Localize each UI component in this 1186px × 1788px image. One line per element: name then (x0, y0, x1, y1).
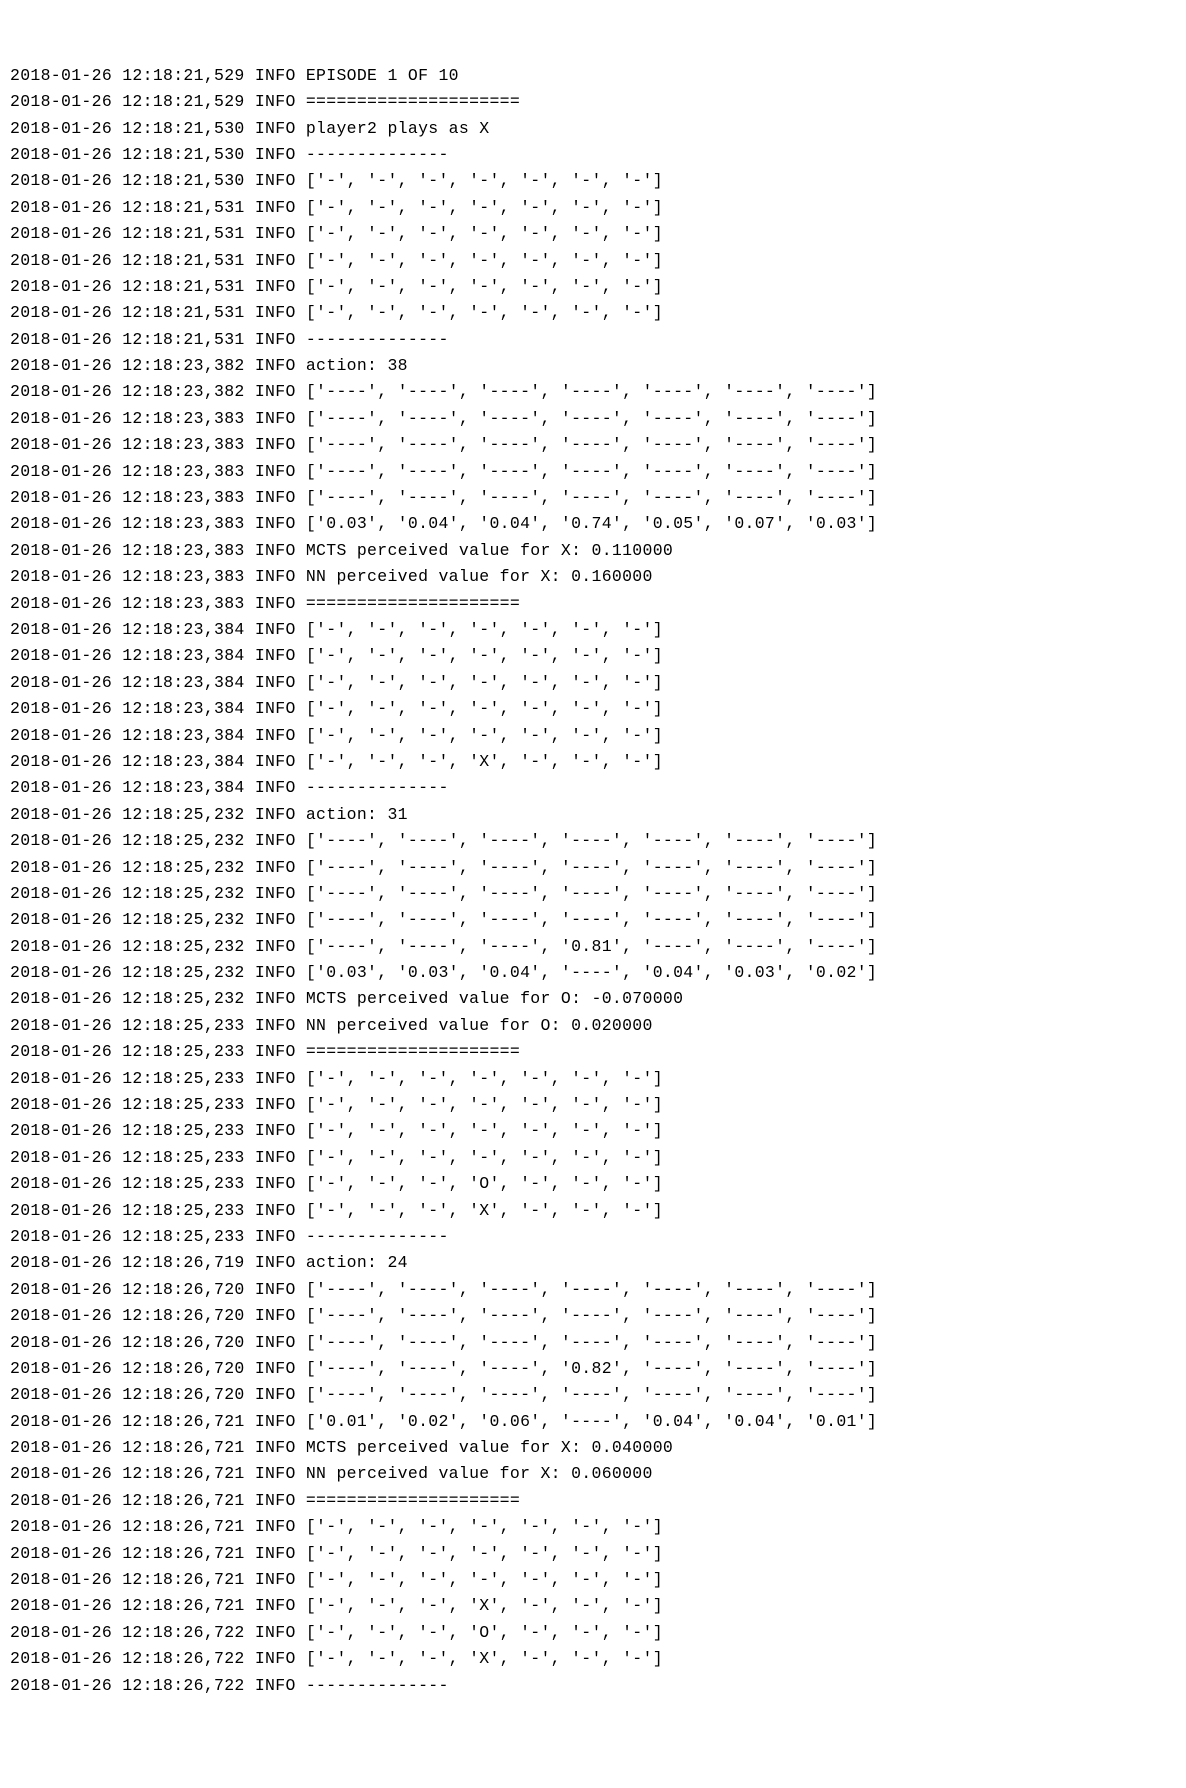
log-line: 2018-01-26 12:18:21,531 INFO ['-', '-', … (10, 221, 1176, 247)
log-line: 2018-01-26 12:18:26,721 INFO ['-', '-', … (10, 1514, 1176, 1540)
log-line: 2018-01-26 12:18:23,383 INFO ['----', '-… (10, 485, 1176, 511)
log-line: 2018-01-26 12:18:23,383 INFO ['----', '-… (10, 459, 1176, 485)
log-line: 2018-01-26 12:18:23,383 INFO ===========… (10, 591, 1176, 617)
log-line: 2018-01-26 12:18:26,720 INFO ['----', '-… (10, 1277, 1176, 1303)
log-line: 2018-01-26 12:18:21,530 INFO ['-', '-', … (10, 168, 1176, 194)
log-line: 2018-01-26 12:18:25,232 INFO ['----', '-… (10, 828, 1176, 854)
log-line: 2018-01-26 12:18:26,720 INFO ['----', '-… (10, 1330, 1176, 1356)
log-line: 2018-01-26 12:18:26,720 INFO ['----', '-… (10, 1382, 1176, 1408)
log-line: 2018-01-26 12:18:25,232 INFO ['----', '-… (10, 855, 1176, 881)
log-line: 2018-01-26 12:18:26,721 INFO ['-', '-', … (10, 1567, 1176, 1593)
log-line: 2018-01-26 12:18:23,383 INFO MCTS percei… (10, 538, 1176, 564)
log-line: 2018-01-26 12:18:26,722 INFO ['-', '-', … (10, 1646, 1176, 1672)
log-line: 2018-01-26 12:18:23,383 INFO NN perceive… (10, 564, 1176, 590)
log-line: 2018-01-26 12:18:26,721 INFO ===========… (10, 1488, 1176, 1514)
log-line: 2018-01-26 12:18:26,720 INFO ['----', '-… (10, 1356, 1176, 1382)
log-line: 2018-01-26 12:18:25,233 INFO ['-', '-', … (10, 1198, 1176, 1224)
log-line: 2018-01-26 12:18:25,233 INFO NN perceive… (10, 1013, 1176, 1039)
log-line: 2018-01-26 12:18:21,531 INFO ['-', '-', … (10, 300, 1176, 326)
log-line: 2018-01-26 12:18:25,232 INFO MCTS percei… (10, 986, 1176, 1012)
log-line: 2018-01-26 12:18:21,529 INFO EPISODE 1 O… (10, 63, 1176, 89)
log-line: 2018-01-26 12:18:26,721 INFO ['-', '-', … (10, 1593, 1176, 1619)
log-line: 2018-01-26 12:18:21,531 INFO ['-', '-', … (10, 248, 1176, 274)
log-line: 2018-01-26 12:18:23,383 INFO ['----', '-… (10, 406, 1176, 432)
log-line: 2018-01-26 12:18:23,384 INFO ['-', '-', … (10, 696, 1176, 722)
log-line: 2018-01-26 12:18:25,233 INFO ['-', '-', … (10, 1066, 1176, 1092)
log-line: 2018-01-26 12:18:21,530 INFO -----------… (10, 142, 1176, 168)
log-line: 2018-01-26 12:18:26,722 INFO -----------… (10, 1673, 1176, 1699)
log-line: 2018-01-26 12:18:26,721 INFO NN perceive… (10, 1461, 1176, 1487)
log-line: 2018-01-26 12:18:25,233 INFO ['-', '-', … (10, 1145, 1176, 1171)
log-line: 2018-01-26 12:18:25,233 INFO -----------… (10, 1224, 1176, 1250)
log-line: 2018-01-26 12:18:23,382 INFO action: 38 (10, 353, 1176, 379)
log-line: 2018-01-26 12:18:23,383 INFO ['----', '-… (10, 432, 1176, 458)
log-line: 2018-01-26 12:18:25,232 INFO ['----', '-… (10, 934, 1176, 960)
log-line: 2018-01-26 12:18:23,384 INFO ['-', '-', … (10, 617, 1176, 643)
log-output: 2018-01-26 12:18:21,529 INFO EPISODE 1 O… (10, 63, 1176, 1699)
log-line: 2018-01-26 12:18:25,232 INFO ['----', '-… (10, 881, 1176, 907)
log-line: 2018-01-26 12:18:23,384 INFO ['-', '-', … (10, 670, 1176, 696)
log-line: 2018-01-26 12:18:26,721 INFO ['0.01', '0… (10, 1409, 1176, 1435)
log-line: 2018-01-26 12:18:25,232 INFO ['----', '-… (10, 907, 1176, 933)
log-line: 2018-01-26 12:18:25,233 INFO ===========… (10, 1039, 1176, 1065)
log-line: 2018-01-26 12:18:25,233 INFO ['-', '-', … (10, 1171, 1176, 1197)
log-line: 2018-01-26 12:18:21,531 INFO ['-', '-', … (10, 195, 1176, 221)
log-line: 2018-01-26 12:18:23,384 INFO ['-', '-', … (10, 723, 1176, 749)
log-line: 2018-01-26 12:18:26,720 INFO ['----', '-… (10, 1303, 1176, 1329)
log-line: 2018-01-26 12:18:23,382 INFO ['----', '-… (10, 379, 1176, 405)
log-line: 2018-01-26 12:18:23,384 INFO -----------… (10, 775, 1176, 801)
log-line: 2018-01-26 12:18:23,384 INFO ['-', '-', … (10, 749, 1176, 775)
log-line: 2018-01-26 12:18:26,719 INFO action: 24 (10, 1250, 1176, 1276)
log-line: 2018-01-26 12:18:23,384 INFO ['-', '-', … (10, 643, 1176, 669)
log-line: 2018-01-26 12:18:21,531 INFO ['-', '-', … (10, 274, 1176, 300)
log-line: 2018-01-26 12:18:23,383 INFO ['0.03', '0… (10, 511, 1176, 537)
log-line: 2018-01-26 12:18:21,531 INFO -----------… (10, 327, 1176, 353)
log-line: 2018-01-26 12:18:25,233 INFO ['-', '-', … (10, 1092, 1176, 1118)
log-line: 2018-01-26 12:18:21,530 INFO player2 pla… (10, 116, 1176, 142)
log-line: 2018-01-26 12:18:26,721 INFO MCTS percei… (10, 1435, 1176, 1461)
log-line: 2018-01-26 12:18:25,232 INFO action: 31 (10, 802, 1176, 828)
log-line: 2018-01-26 12:18:25,233 INFO ['-', '-', … (10, 1118, 1176, 1144)
log-line: 2018-01-26 12:18:26,721 INFO ['-', '-', … (10, 1541, 1176, 1567)
log-line: 2018-01-26 12:18:25,232 INFO ['0.03', '0… (10, 960, 1176, 986)
log-line: 2018-01-26 12:18:26,722 INFO ['-', '-', … (10, 1620, 1176, 1646)
log-line: 2018-01-26 12:18:21,529 INFO ===========… (10, 89, 1176, 115)
